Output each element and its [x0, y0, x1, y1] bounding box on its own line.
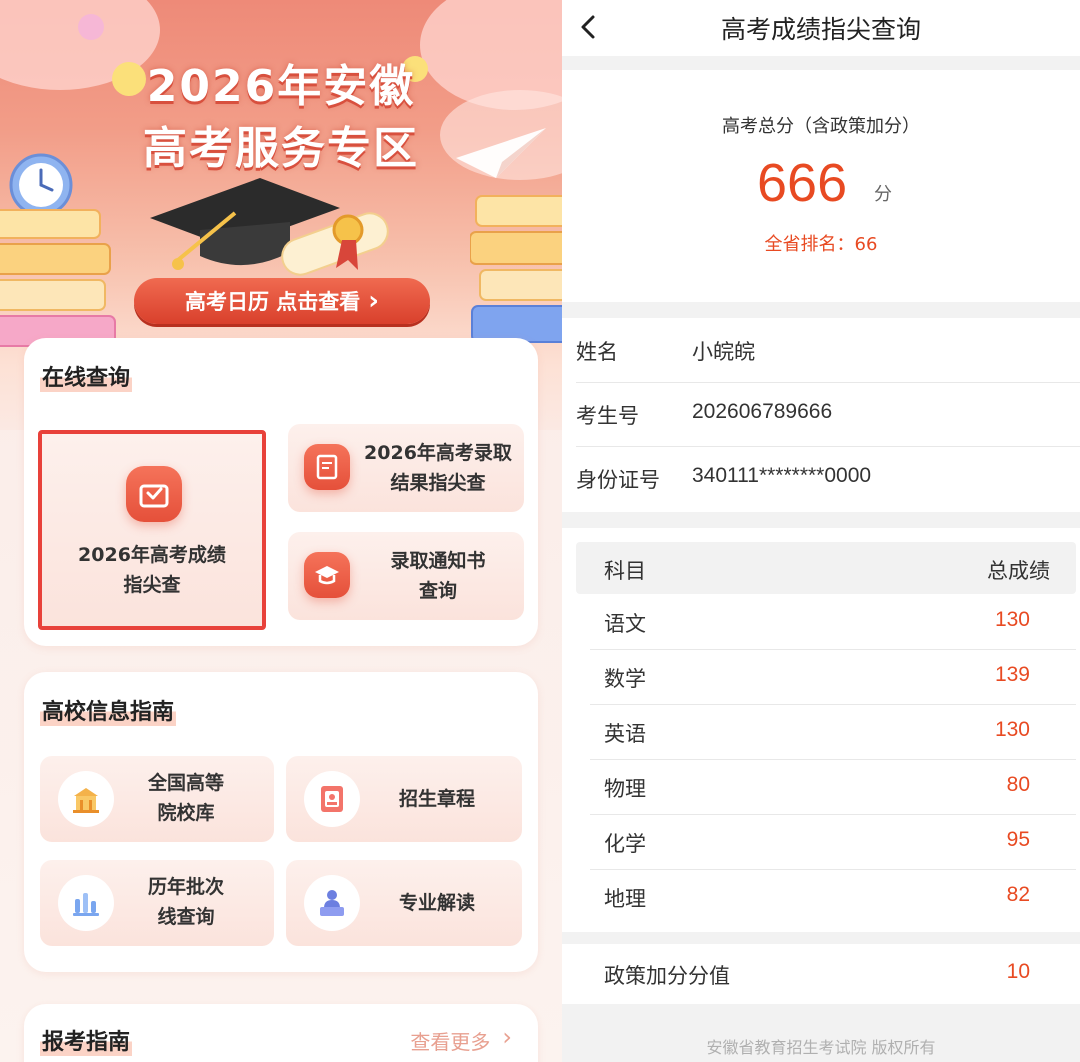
- batch-line-label-line1: 历年批次: [147, 876, 224, 898]
- total-score-caption: 高考总分（含政策加分）: [722, 116, 920, 137]
- subject-name: 地理: [604, 887, 646, 911]
- table-row: 语文 130: [576, 594, 1076, 649]
- info-value: 340111********0000: [692, 464, 872, 487]
- hero-title-line1: 2026年安徽: [146, 61, 416, 112]
- score-query-tile[interactable]: 2026年高考成绩 指尖查: [38, 430, 266, 630]
- charter-document-icon: [304, 771, 360, 827]
- admission-result-label-line2: 结果指尖查: [390, 472, 486, 494]
- subject-score-table: 科目 总成绩 语文 130 数学 139 英语 130 物理 80 化学 95 …: [562, 528, 1080, 932]
- subject-score: 139: [994, 663, 1030, 686]
- batch-line-tile[interactable]: 历年批次 线查询: [40, 860, 274, 946]
- college-guide-card: 高校信息指南 全国高等 院校库 招生章程 历年批次 线查询 专业解读: [24, 672, 538, 972]
- paper-plane-icon: [456, 128, 546, 178]
- subject-score: 130: [994, 608, 1030, 631]
- score-query-label-line1: 2026年高考成绩: [78, 544, 226, 566]
- policy-bonus-value: 10: [1006, 960, 1030, 983]
- admission-charter-label: 招生章程: [398, 788, 475, 810]
- subject-name: 物理: [604, 777, 646, 801]
- service-zone-panel: 2026年安徽 高考服务专区 高考日历 点击查看 › 在线查询 2026年高考成…: [0, 0, 562, 1062]
- subject-score: 130: [994, 718, 1030, 741]
- province-rank: 全省排名：66: [764, 234, 878, 255]
- major-interpretation-tile[interactable]: 专业解读: [286, 860, 522, 946]
- college-database-label-line2: 院校库: [157, 802, 215, 824]
- view-more-label: 查看更多: [410, 1030, 491, 1054]
- info-label: 身份证号: [576, 468, 660, 492]
- info-value: 小皖皖: [692, 341, 755, 364]
- exam-guide-card: 报考指南 查看更多 ›: [24, 1004, 538, 1062]
- table-row: 物理 80: [576, 759, 1076, 814]
- table-header: 科目 总成绩: [576, 542, 1076, 594]
- total-score-section: 高考总分（含政策加分） 666 分 全省排名：66: [562, 70, 1080, 302]
- major-interpretation-label: 专业解读: [398, 892, 475, 914]
- admission-notice-tile[interactable]: 录取通知书 查询: [288, 532, 524, 620]
- table-row: 英语 130: [576, 704, 1076, 759]
- subject-name: 化学: [604, 832, 646, 856]
- college-database-label-line1: 全国高等: [147, 772, 224, 794]
- info-row-name: 姓名 小皖皖: [562, 318, 1080, 382]
- score-result-panel: 高考成绩指尖查询 高考总分（含政策加分） 666 分 全省排名：66 姓名 小皖…: [562, 0, 1080, 1062]
- lecturer-icon: [304, 875, 360, 931]
- graduation-cap-icon: [304, 552, 350, 598]
- books-icon: [0, 209, 116, 347]
- info-label: 姓名: [576, 340, 618, 364]
- exam-guide-title: 报考指南: [40, 1024, 133, 1056]
- header-subject: 科目: [604, 559, 646, 583]
- chevron-right-icon: ›: [368, 286, 380, 316]
- score-envelope-icon: [126, 466, 182, 522]
- admission-result-label-line1: 2026年高考录取: [364, 442, 512, 464]
- total-score-unit: 分: [874, 184, 892, 205]
- table-row: 数学 139: [576, 649, 1076, 704]
- chevron-right-icon: ›: [502, 1023, 512, 1051]
- admission-notice-label-line1: 录取通知书: [390, 550, 486, 572]
- policy-bonus-row: 政策加分分值 10: [562, 944, 1080, 1004]
- view-more-link[interactable]: 查看更多 ›: [410, 1023, 512, 1055]
- university-building-icon: [58, 771, 114, 827]
- subject-score: 80: [1006, 773, 1030, 796]
- score-query-label-line2: 指尖查: [123, 574, 181, 596]
- diploma-icon: [281, 212, 389, 276]
- college-guide-title: 高校信息指南: [40, 694, 177, 726]
- copyright-footer: 安徽省教育招生考试院 版权所有: [706, 1038, 936, 1057]
- subject-score: 82: [1006, 883, 1030, 906]
- books-icon: [470, 195, 562, 343]
- admission-charter-tile[interactable]: 招生章程: [286, 756, 522, 842]
- calendar-button[interactable]: 高考日历 点击查看 ›: [134, 278, 430, 324]
- candidate-info-section: 姓名 小皖皖 考生号 202606789666 身份证号 340111*****…: [562, 318, 1080, 512]
- calendar-button-label: 高考日历 点击查看: [184, 290, 361, 314]
- info-value: 202606789666: [692, 400, 833, 423]
- table-row: 地理 82: [576, 869, 1076, 924]
- online-query-title: 在线查询: [40, 360, 133, 392]
- admission-notice-label-line2: 查询: [418, 580, 457, 602]
- header-total: 总成绩: [987, 559, 1050, 583]
- policy-bonus-label: 政策加分分值: [604, 964, 730, 988]
- online-query-card: 在线查询 2026年高考成绩 指尖查 2026年高考录取 结果指尖查 录取通知书…: [24, 338, 538, 646]
- info-label: 考生号: [576, 404, 639, 428]
- admission-result-tile[interactable]: 2026年高考录取 结果指尖查: [288, 424, 524, 512]
- nav-header: 高考成绩指尖查询: [562, 0, 1080, 56]
- certificate-icon: [304, 444, 350, 490]
- bubble-decoration: [78, 14, 104, 40]
- batch-line-label-line2: 线查询: [157, 906, 215, 928]
- subject-name: 英语: [604, 722, 646, 746]
- subject-name: 语文: [604, 612, 646, 636]
- info-row-exam-number: 考生号 202606789666: [562, 382, 1080, 446]
- bar-chart-icon: [58, 875, 114, 931]
- total-score-value: 666: [757, 153, 848, 213]
- page-title: 高考成绩指尖查询: [720, 15, 921, 44]
- table-row: 化学 95: [576, 814, 1076, 869]
- info-row-id-number: 身份证号 340111********0000: [562, 446, 1080, 510]
- subject-score: 95: [1006, 828, 1030, 851]
- subject-name: 数学: [604, 667, 646, 691]
- college-database-tile[interactable]: 全国高等 院校库: [40, 756, 274, 842]
